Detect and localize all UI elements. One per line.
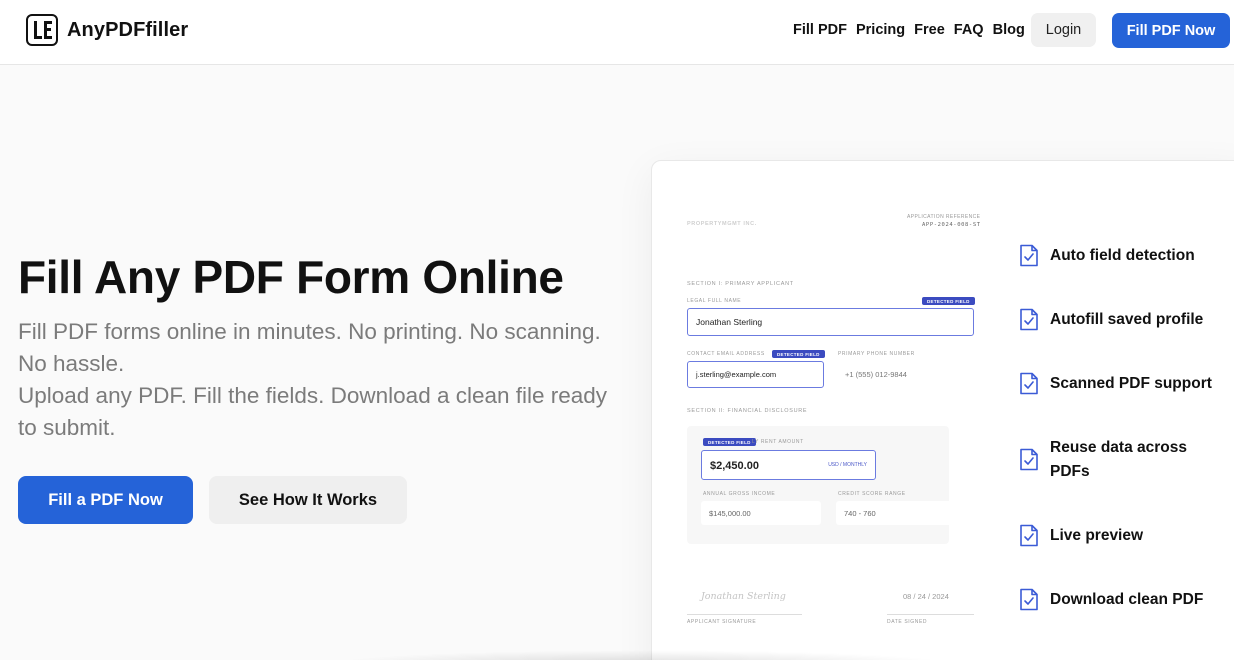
logo[interactable]: AnyPDFfiller (26, 14, 188, 46)
feature-reuse-data: Reuse data across PDFs (1019, 436, 1210, 484)
email-label: CONTACT EMAIL ADDRESS (687, 351, 765, 357)
detected-field-tag: DETECTED FIELD (922, 297, 975, 305)
doc-reference-label: APPLICATION REFERENCE (907, 214, 981, 220)
bottom-shadow (320, 650, 960, 660)
signature-line (687, 614, 802, 615)
site-header: AnyPDFfiller Fill PDF Pricing Free FAQ B… (0, 0, 1234, 65)
feature-auto-detection: Auto field detection (1019, 244, 1195, 268)
nav-fill-pdf[interactable]: Fill PDF (793, 22, 847, 38)
email-field[interactable]: j.sterling@example.com (687, 361, 824, 388)
doc-check-icon (1020, 524, 1038, 547)
date-line (887, 614, 974, 615)
doc-check-icon (1020, 448, 1038, 471)
feature-label: Download clean PDF (1050, 591, 1204, 608)
feature-live-preview: Live preview (1019, 524, 1143, 548)
credit-field[interactable]: 740 - 760 (836, 501, 961, 525)
brand-name: AnyPDFfiller (67, 18, 189, 41)
header-cta-button[interactable]: Fill PDF Now (1112, 13, 1230, 48)
section-1-label: SECTION I: PRIMARY APPLICANT (687, 281, 794, 287)
section-2-label: SECTION II: FINANCIAL DISCLOSURE (687, 408, 808, 414)
legal-name-label: LEGAL FULL NAME (687, 298, 742, 304)
signature: Jonathan Sterling (701, 591, 786, 602)
fill-pdf-button[interactable]: Fill a PDF Now (18, 476, 193, 524)
phone-value: +1 (555) 012-9844 (845, 370, 907, 379)
feature-label: Live preview (1050, 527, 1144, 544)
hero-subtitle: Fill PDF forms online in minutes. No pri… (18, 316, 608, 444)
date-value: 08 / 24 / 2024 (903, 592, 949, 601)
doc-check-icon (1020, 588, 1038, 611)
detected-field-tag: DETECTED FIELD (772, 350, 825, 358)
nav-faq[interactable]: FAQ (954, 22, 984, 38)
doc-brand: PROPERTYMGMT INC. (687, 221, 757, 227)
feature-scanned-pdf: Scanned PDF support (1019, 372, 1212, 396)
date-label: DATE SIGNED (887, 619, 928, 625)
how-it-works-button[interactable]: See How It Works (209, 476, 407, 524)
main-nav: Fill PDF Pricing Free FAQ Blog (793, 22, 1025, 38)
income-label: ANNUAL GROSS INCOME (703, 491, 776, 497)
feature-label: Auto field detection (1050, 247, 1195, 264)
hero-subtitle-line-2: Upload any PDF. Fill the fields. Downloa… (18, 383, 608, 440)
rent-value: $2,450.00 (710, 460, 759, 472)
doc-check-icon (1020, 244, 1038, 267)
rent-label: LY RENT AMOUNT (752, 439, 804, 445)
rent-unit: USD / MONTHLY (828, 462, 867, 468)
signature-label: APPLICANT SIGNATURE (687, 619, 757, 625)
login-button[interactable]: Login (1031, 13, 1096, 47)
hero-title: Fill Any PDF Form Online (18, 251, 564, 303)
rent-field[interactable]: $2,450.00 USD / MONTHLY (701, 450, 876, 480)
feature-download-clean: Download clean PDF (1019, 588, 1203, 612)
nav-free[interactable]: Free (914, 22, 945, 38)
doc-check-icon (1020, 372, 1038, 395)
feature-label: Reuse data across PDFs (1050, 439, 1187, 480)
hero-subtitle-line-1: Fill PDF forms online in minutes. No pri… (18, 319, 601, 376)
feature-label: Scanned PDF support (1050, 375, 1212, 392)
credit-label: CREDIT SCORE RANGE (838, 491, 906, 497)
detected-field-tag: DETECTED FIELD (703, 438, 756, 446)
phone-label: PRIMARY PHONE NUMBER (838, 351, 915, 357)
income-field[interactable]: $145,000.00 (701, 501, 821, 525)
legal-name-field[interactable]: Jonathan Sterling (687, 308, 974, 336)
doc-reference: APP-2024-008-ST (922, 222, 981, 228)
doc-check-icon (1020, 308, 1038, 331)
nav-blog[interactable]: Blog (993, 22, 1025, 38)
form-preview-card: PROPERTYMGMT INC. APPLICATION REFERENCE … (651, 160, 1234, 660)
feature-label: Autofill saved profile (1050, 311, 1204, 328)
feature-autofill-profile: Autofill saved profile (1019, 308, 1203, 332)
nav-pricing[interactable]: Pricing (856, 22, 905, 38)
logo-icon (26, 14, 58, 46)
